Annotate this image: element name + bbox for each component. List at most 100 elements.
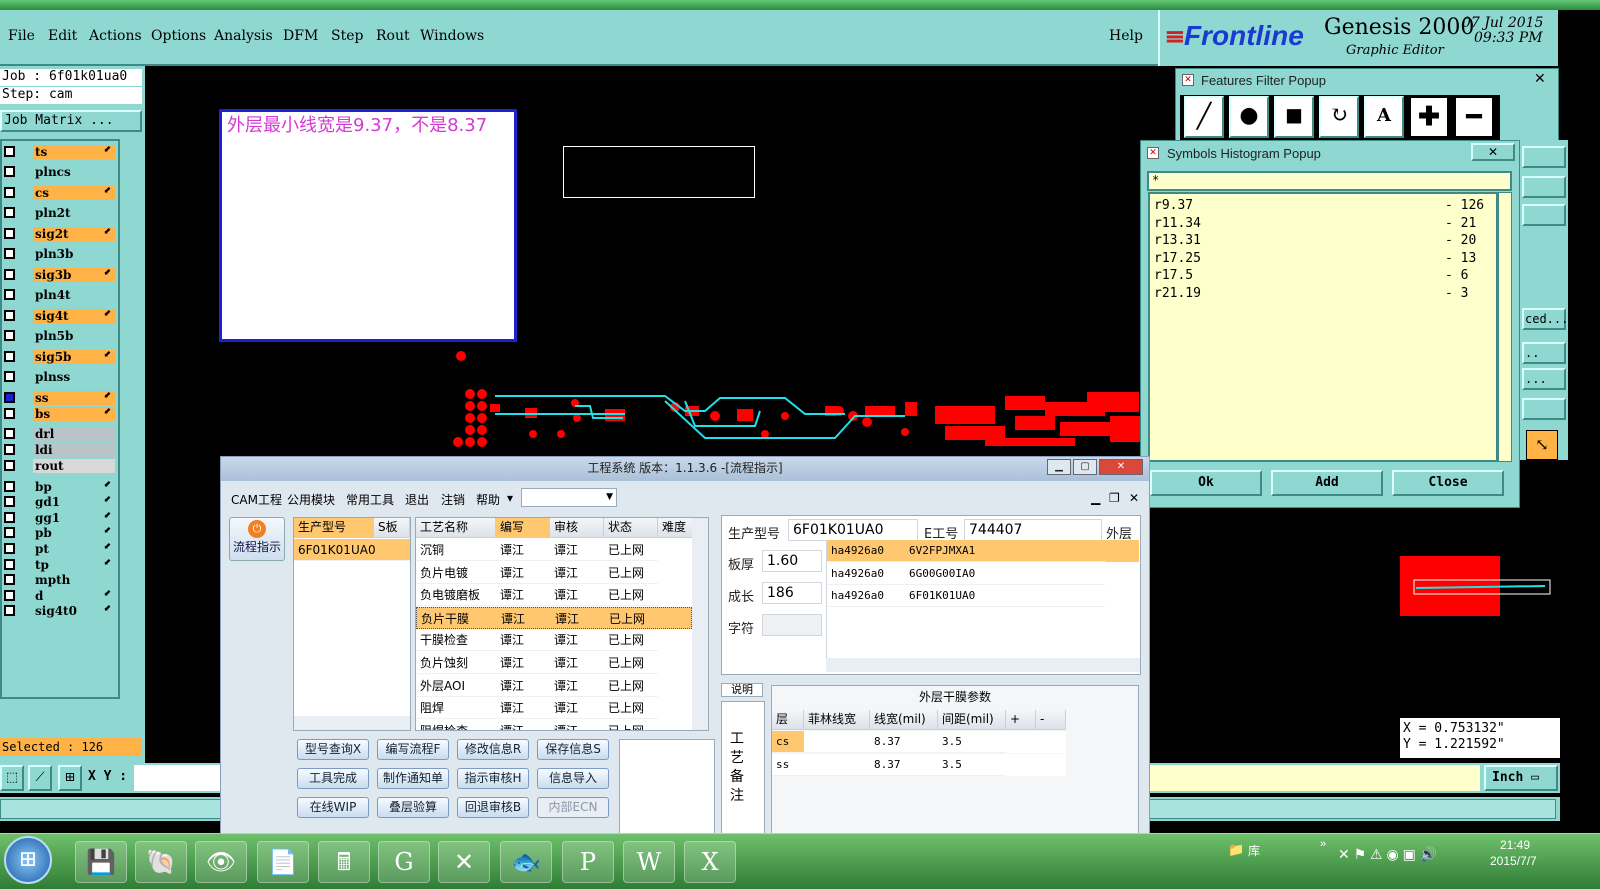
maximize-icon[interactable]: ▢	[1073, 459, 1097, 475]
layer-checkbox[interactable]	[4, 574, 15, 585]
character-field[interactable]	[762, 614, 822, 636]
parameter-header[interactable]: +	[1006, 710, 1036, 730]
tray-icons[interactable]: ✕ ⚑ ⚠ ◉ ▣ 🔊	[1338, 846, 1437, 863]
process-row[interactable]: 沉铜 谭江 谭江 已上网	[416, 539, 692, 561]
layer-row[interactable]: sig3b ⬋	[2, 268, 117, 282]
right-button[interactable]: ...	[1522, 368, 1566, 390]
model-row[interactable]: 6F01K01UA0	[294, 539, 410, 561]
cam-menu-project[interactable]: CAM工程	[231, 491, 282, 508]
right-button[interactable]	[1522, 146, 1566, 168]
layer-row[interactable]: sig2t ⬋	[2, 227, 117, 241]
layer-row[interactable]: plnss	[2, 370, 117, 384]
layer-checkbox[interactable]	[4, 590, 15, 601]
model-grid-header[interactable]: S板	[374, 518, 410, 538]
layer-checkbox[interactable]	[4, 512, 15, 523]
chevron-down-icon[interactable]: ▾	[507, 491, 513, 505]
eye-app-icon[interactable]: 👁	[195, 841, 247, 883]
layer-checkbox[interactable]	[4, 248, 15, 259]
cam-menu-common-module[interactable]: 公用模块	[287, 491, 335, 508]
menu-actions[interactable]: Actions	[89, 28, 142, 44]
parameter-row[interactable]: ss 8.37 3.5	[772, 753, 1066, 776]
right-button[interactable]: ced...	[1522, 308, 1568, 330]
layer-checkbox[interactable]	[4, 408, 15, 419]
histogram-symbol[interactable]: r17.25	[1154, 251, 1201, 266]
cam-action-button[interactable]: 指示审核H	[457, 768, 529, 789]
cam-action-button[interactable]: 型号查询X	[297, 739, 369, 760]
cam-action-button[interactable]: 在线WIP	[297, 797, 369, 818]
layer-row[interactable]: bp ⬋	[2, 480, 117, 494]
cam-action-button[interactable]: 修改信息R	[457, 739, 529, 760]
parameter-header[interactable]: 线宽(mil)	[870, 710, 938, 730]
layer-row[interactable]: ss ⬋	[2, 391, 117, 405]
cam-action-button[interactable]: 保存信息S	[537, 739, 609, 760]
process-grid-header[interactable]: 工艺名称	[416, 518, 496, 538]
layer-checkbox[interactable]	[4, 330, 15, 341]
layer-checkbox[interactable]	[4, 269, 15, 280]
cam-action-button[interactable]: 信息导入	[537, 768, 609, 789]
layer-checkbox[interactable]	[4, 428, 15, 439]
genesis-app-icon[interactable]: G	[378, 841, 430, 883]
tab-remarks[interactable]: 说明	[721, 683, 763, 697]
close-icon[interactable]: ✕	[1534, 71, 1546, 87]
process-row[interactable]: 干膜检查 谭江 谭江 已上网	[416, 629, 692, 652]
layer-checkbox[interactable]	[4, 496, 15, 507]
menu-dfm[interactable]: DFM	[283, 28, 318, 44]
process-row[interactable]: 外层AOI 谭江 谭江 已上网	[416, 675, 692, 697]
excel-app-icon[interactable]: X	[684, 841, 736, 883]
parameter-header[interactable]: 层	[772, 710, 804, 730]
layer-row[interactable]: pln5b	[2, 329, 117, 343]
histogram-symbol[interactable]: r13.31	[1154, 233, 1201, 248]
process-row[interactable]: 阻焊检查 谭江 谭江 已上网	[416, 720, 692, 730]
pad-filter-icon[interactable]: ●	[1229, 96, 1269, 138]
arc-filter-icon[interactable]: ↻	[1319, 96, 1359, 138]
layer-checkbox[interactable]	[4, 481, 15, 492]
text-filter-icon[interactable]: A	[1364, 96, 1404, 138]
surface-filter-icon[interactable]: ◼	[1274, 96, 1314, 138]
layer-checkbox[interactable]	[4, 187, 15, 198]
fish-app-icon[interactable]: 🐟	[500, 841, 552, 883]
layer-row[interactable]: pt ⬋	[2, 542, 117, 556]
process-row[interactable]: 负片干膜 谭江 谭江 已上网	[416, 606, 692, 630]
cam-menu-help[interactable]: 帮助	[476, 491, 500, 508]
eno-field[interactable]: 744407	[964, 519, 1102, 541]
cam-menu-logout[interactable]: 注销	[441, 491, 465, 508]
process-grid-header[interactable]: 状态	[604, 518, 658, 538]
layer-checkbox[interactable]	[4, 371, 15, 382]
tray-chevron-icon[interactable]: »	[1320, 838, 1326, 850]
close-button[interactable]: Close	[1392, 470, 1504, 496]
right-button[interactable]: ..	[1522, 342, 1566, 364]
cam-action-button[interactable]: 制作通知单	[377, 768, 449, 789]
layer-checkbox[interactable]	[4, 527, 15, 538]
measure-icon[interactable]: ⤡	[1526, 430, 1558, 460]
layer-row[interactable]: bs ⬋	[2, 407, 117, 421]
save-app-icon[interactable]: 💾	[75, 841, 127, 883]
layer-checkbox[interactable]	[4, 310, 15, 321]
menu-edit[interactable]: Edit	[48, 28, 77, 44]
layer-row[interactable]: pln3b	[2, 247, 117, 261]
layer-checkbox[interactable]	[4, 207, 15, 218]
layer-row[interactable]: pln2t	[2, 206, 117, 220]
layer-checkbox[interactable]	[4, 166, 15, 177]
command-input[interactable]	[1150, 765, 1480, 791]
layer-checkbox[interactable]	[4, 289, 15, 300]
ok-button[interactable]: Ok	[1150, 470, 1262, 496]
layer-row[interactable]: pb ⬋	[2, 526, 117, 540]
histogram-symbol[interactable]: r11.34	[1154, 216, 1201, 231]
related-row[interactable]: ha4926a0 6V2FPJMXA1	[827, 540, 1139, 562]
layer-row[interactable]: mpth	[2, 573, 117, 587]
p-app-icon[interactable]: P	[562, 841, 614, 883]
process-grid-scrollbar[interactable]	[692, 518, 708, 730]
histogram-symbol[interactable]: r21.19	[1154, 286, 1201, 301]
mdi-restore-icon[interactable]: ❐	[1109, 491, 1120, 505]
close-icon[interactable]: ✕	[1471, 143, 1515, 161]
parameter-row[interactable]: cs 8.37 3.5	[772, 731, 1066, 753]
layer-row[interactable]: d ⬋	[2, 589, 117, 603]
model-field[interactable]: 6F01K01UA0	[788, 519, 918, 541]
folder-icon[interactable]: 📁	[1228, 842, 1244, 858]
process-row[interactable]: 阻焊 谭江 谭江 已上网	[416, 697, 692, 720]
units-selector[interactable]: Inch ▭	[1484, 765, 1558, 791]
menu-windows[interactable]: Windows	[420, 28, 484, 44]
cam-action-button[interactable]: 回退审核B	[457, 797, 529, 818]
layer-row[interactable]: sig4t0 ⬋	[2, 604, 117, 618]
process-grid-header[interactable]: 审核	[550, 518, 604, 538]
